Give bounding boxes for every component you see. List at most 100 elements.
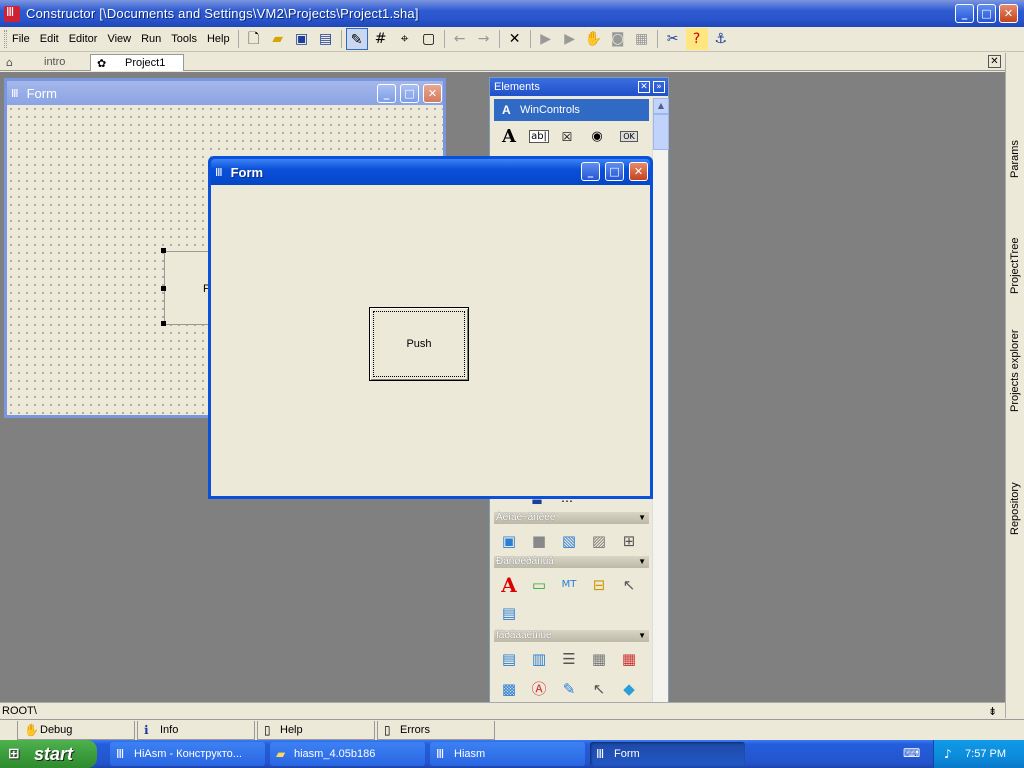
grid-component-icon[interactable]: ▦ xyxy=(586,646,612,672)
run-icon[interactable]: ▶ xyxy=(535,28,557,50)
radio-component-icon[interactable]: ◉ xyxy=(584,124,610,150)
menu-run[interactable]: Run xyxy=(136,29,166,49)
form-minimize-button[interactable]: _ xyxy=(581,162,600,181)
design-form-titlebar[interactable]: Ⅲ Form _ □ ✕ xyxy=(7,81,443,105)
menu-help[interactable]: Help xyxy=(202,29,235,49)
volume-icon[interactable]: ♪ xyxy=(944,740,952,768)
menu-tools[interactable]: Tools xyxy=(166,29,202,49)
component-icon[interactable]: ◆ xyxy=(616,676,642,702)
progress-component-icon[interactable]: ▭ xyxy=(526,572,552,598)
new-file-icon[interactable]: 🗋 xyxy=(243,28,265,50)
settings-icon[interactable]: ✂ xyxy=(662,28,684,50)
main-window: Constructor [\Documents and Settings\VM2… xyxy=(0,0,1024,740)
treeview-component-icon[interactable]: ⊟ xyxy=(586,572,612,598)
panel-close-icon[interactable]: ✕ xyxy=(638,81,650,93)
edit-mode-icon[interactable]: ✎ xyxy=(345,28,368,50)
splitter-icon[interactable]: ⇟ xyxy=(988,704,997,720)
resize-handle[interactable] xyxy=(161,321,166,326)
clock[interactable]: 7:57 PM xyxy=(965,748,1006,760)
push-button[interactable]: Push xyxy=(369,307,469,381)
help-icon[interactable]: ? xyxy=(685,28,708,50)
edit-component-icon[interactable]: ab| xyxy=(526,124,552,150)
component-icon[interactable]: ▤ xyxy=(496,646,522,672)
keyboard-icon[interactable]: ⌨ xyxy=(903,746,921,762)
cursor-component-icon[interactable]: ↖ xyxy=(616,572,642,598)
component-icon[interactable]: Ⓐ xyxy=(526,676,552,702)
grid-icon[interactable]: # xyxy=(370,28,392,50)
section-header[interactable]: Ðàñøèðåííûå ▼ xyxy=(494,556,649,568)
close-button[interactable]: ✕ xyxy=(999,4,1018,23)
component-icon[interactable]: ▩ xyxy=(496,676,522,702)
save-all-icon[interactable]: ▤ xyxy=(315,28,337,50)
tab-projecttree[interactable]: ProjectTree xyxy=(1007,225,1024,307)
font-label-icon[interactable]: A xyxy=(496,572,522,598)
component-icon[interactable]: ✎ xyxy=(556,676,582,702)
open-folder-icon[interactable]: ▰ xyxy=(267,28,289,50)
tab-errors[interactable]: ▯ Errors xyxy=(377,721,495,740)
menu-edit[interactable]: Edit xyxy=(35,29,64,49)
memo-component-icon[interactable]: MT xyxy=(556,572,582,598)
resize-handle[interactable] xyxy=(161,248,166,253)
tab-projects-explorer[interactable]: Projects explorer xyxy=(1007,318,1024,423)
help-doc-icon: ▯ xyxy=(264,723,271,737)
close-tab-icon[interactable]: ✕ xyxy=(988,55,1001,68)
tree-component-icon[interactable]: ⊞ xyxy=(616,528,642,554)
design-minimize-button[interactable]: _ xyxy=(377,84,396,103)
taskbar-item-hiasm[interactable]: Ⅲ Hiasm xyxy=(430,742,585,766)
forward-arrow-icon[interactable]: → xyxy=(473,28,495,50)
checkbox-component-icon[interactable]: ☒ xyxy=(554,124,580,150)
save-icon[interactable]: ▣ xyxy=(291,28,313,50)
panel-component-icon[interactable]: ▣ xyxy=(496,528,522,554)
form-maximize-button[interactable]: □ xyxy=(605,162,624,181)
build-icon[interactable]: ▦ xyxy=(631,28,653,50)
design-close-button[interactable]: ✕ xyxy=(423,84,442,103)
form-window[interactable]: Ⅲ Form _ □ ✕ Push xyxy=(208,156,653,499)
section-header[interactable]: Àëìàè÷âñêèé ▼ xyxy=(494,512,649,524)
box-component-icon[interactable]: ■ xyxy=(526,528,552,554)
component-icon[interactable]: ▥ xyxy=(526,646,552,672)
align-icon[interactable]: ⌖ xyxy=(394,28,416,50)
minimize-button[interactable]: _ xyxy=(955,4,974,23)
section-header[interactable]: Ïåðåâàëüíûé ▼ xyxy=(494,630,649,642)
tab-params[interactable]: Params xyxy=(1007,128,1024,190)
tab-help[interactable]: ▯ Help xyxy=(257,721,375,740)
grid-component-icon[interactable]: ▦ xyxy=(616,646,642,672)
frame-icon[interactable]: ▢ xyxy=(418,28,440,50)
taskbar-item-hiasm-constructor[interactable]: Ⅲ HiAsm - Конструкто... xyxy=(110,742,265,766)
menu-editor[interactable]: Editor xyxy=(64,29,103,49)
menu-file[interactable]: File xyxy=(7,29,35,49)
title-bar[interactable]: Constructor [\Documents and Settings\VM2… xyxy=(0,0,1024,27)
resize-handle[interactable] xyxy=(161,286,166,291)
button-component-icon[interactable]: OK xyxy=(616,124,642,150)
frame-component-icon[interactable]: ▨ xyxy=(586,528,612,554)
maximize-button[interactable]: □ xyxy=(977,4,996,23)
tab-intro[interactable]: ⌂ intro xyxy=(0,54,88,71)
anchor-icon[interactable]: ⚓ xyxy=(710,28,732,50)
component-icon[interactable]: ☰ xyxy=(556,646,582,672)
tab-repository[interactable]: Repository xyxy=(1007,471,1024,546)
tab-project1[interactable]: ✿ Project1 xyxy=(90,54,184,71)
design-maximize-button[interactable]: □ xyxy=(400,84,419,103)
pointer-component-icon[interactable]: ↖ xyxy=(586,676,612,702)
panel-expand-icon[interactable]: » xyxy=(653,81,665,93)
stop-icon[interactable]: ◙ xyxy=(607,28,629,50)
label-component-icon[interactable]: A xyxy=(496,124,522,150)
group-component-icon[interactable]: ▧ xyxy=(556,528,582,554)
delete-icon[interactable]: ✕ xyxy=(504,28,526,50)
form-close-button[interactable]: ✕ xyxy=(629,162,648,181)
group-selector[interactable]: A WinControls xyxy=(494,99,649,121)
back-arrow-icon[interactable]: ← xyxy=(449,28,471,50)
run-options-icon[interactable]: ▶ xyxy=(559,28,581,50)
tab-info[interactable]: ℹ Info xyxy=(137,721,255,740)
tab-debug[interactable]: ✋ Debug xyxy=(17,721,135,740)
debug-icon[interactable]: ✋ xyxy=(583,28,605,50)
elements-scrollbar[interactable]: ▲ ▼ xyxy=(652,98,669,731)
start-button[interactable]: ⊞ start xyxy=(0,740,97,768)
scroll-thumb[interactable] xyxy=(653,114,669,150)
menu-view[interactable]: View xyxy=(102,29,136,49)
listview-component-icon[interactable]: ▤ xyxy=(496,600,522,626)
taskbar-item-folder[interactable]: ▰ hiasm_4.05b186 xyxy=(270,742,425,766)
form-titlebar[interactable]: Ⅲ Form _ □ ✕ xyxy=(211,159,650,185)
taskbar-item-form[interactable]: Ⅲ Form xyxy=(590,742,745,766)
scroll-up-icon[interactable]: ▲ xyxy=(653,98,669,114)
